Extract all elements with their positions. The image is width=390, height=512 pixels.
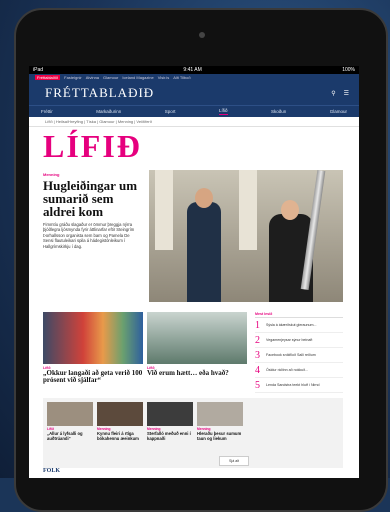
topnav-item[interactable]: Allt Tilboð <box>173 75 190 80</box>
topnav-item[interactable]: Fréttablaðið <box>35 75 61 80</box>
section-nav: Fréttir Markaðurinn Sport Lífið Skoðun G… <box>29 105 359 117</box>
topnav-item[interactable]: Glamour <box>103 75 118 80</box>
footer-section-heading: FOLK <box>43 468 61 474</box>
small-card[interactable]: Menning Sterfalló meðuð enni í kappnaði <box>147 402 193 441</box>
subnav-item[interactable]: Veiðiferð <box>136 119 152 124</box>
small-card-title[interactable]: Hleraðu þesur sumum taun og liekum <box>197 431 243 441</box>
small-card[interactable]: Menning Hleraðu þesur sumum taun og liek… <box>197 402 243 441</box>
topnav-item[interactable]: Atvinna <box>86 75 99 80</box>
small-card-title[interactable]: Sterfalló meðuð enni í kappnaði <box>147 431 193 441</box>
card-title[interactable]: „Okkur langaði að geta verið 100 prósent… <box>43 370 143 384</box>
subnav-item[interactable]: Menning <box>118 119 133 124</box>
small-card[interactable]: Lífið „Allur á lyfsalli og auðtrúandi“ <box>47 402 93 441</box>
most-read-item[interactable]: 3 Facebook sníkfiloð Salli reiðum <box>255 348 343 363</box>
section-item[interactable]: Sport <box>165 109 176 114</box>
topnav-item[interactable]: Iceland Magazine <box>122 75 153 80</box>
most-read-item[interactable]: 4 Ósldur ráðinn að nokkuð... <box>255 363 343 378</box>
small-cards-row: Lífið „Allur á lyfsalli og auðtrúandi“ M… <box>43 398 343 468</box>
masthead: FRÉTTABLAÐIÐ ⚲ ☰ <box>29 81 359 105</box>
top-nav: Fréttablaðið Fasteignir Atvinna Glamour … <box>29 74 359 81</box>
hero-photo[interactable] <box>149 170 343 302</box>
subnav-item[interactable]: Lífið <box>45 119 53 124</box>
more-button[interactable]: Sjá alt <box>219 456 249 466</box>
sub-nav: Lífið | Heilsa/Hreyfing | Tíska | Glamou… <box>29 117 359 127</box>
section-item[interactable]: Skoðun <box>271 109 286 114</box>
topnav-item[interactable]: Visir.is <box>158 75 169 80</box>
topnav-item[interactable]: Fasteignir <box>64 75 82 80</box>
clock: 9:41 AM <box>183 67 202 73</box>
battery: 100% <box>342 67 355 73</box>
search-icon[interactable]: ⚲ <box>331 90 335 97</box>
section-item[interactable]: Markaðurinn <box>96 109 121 114</box>
section-item[interactable]: Glamour <box>330 109 347 114</box>
status-bar: iPad 9:41 AM 100% <box>29 66 359 74</box>
device-label: iPad <box>33 67 44 73</box>
subnav-item[interactable]: Glamour <box>99 119 114 124</box>
hero-body: Fimmtíu gráðu slagaður er ömmur þreggja … <box>43 222 135 249</box>
most-read-item[interactable]: 5 Lenda Sandstra teekt hlutf í Nirnd <box>255 378 343 393</box>
section-title: LÍFIÐ <box>43 128 142 164</box>
small-card-image[interactable] <box>47 402 93 426</box>
card-image[interactable] <box>43 312 143 364</box>
most-read: Mest lesið 1 Sýsla á ákærðskut gleraunum.… <box>255 312 343 393</box>
site-logo[interactable]: FRÉTTABLAÐIÐ <box>45 85 154 101</box>
card-image[interactable] <box>147 312 247 364</box>
small-card-image[interactable] <box>97 402 143 426</box>
camera-icon <box>199 32 205 38</box>
hero-article[interactable]: Menning Hugleiðingar um sumarið sem aldr… <box>43 170 343 304</box>
section-item[interactable]: Fréttir <box>41 109 53 114</box>
menu-icon[interactable]: ☰ <box>344 90 349 97</box>
small-card[interactable]: Menning Kynnu fleiri á rtíga bókahennu æ… <box>97 402 143 441</box>
article-card[interactable]: Lífið Við erum hætt… eða hvað? <box>147 312 247 377</box>
subnav-item[interactable]: Heilsa/Hreyfing <box>56 119 83 124</box>
section-item-active[interactable]: Lífið <box>218 108 228 115</box>
small-card-image[interactable] <box>147 402 193 426</box>
small-card-title[interactable]: „Allur á lyfsalli og auðtrúandi“ <box>47 431 93 441</box>
article-card[interactable]: Lífið „Okkur langaði að geta verið 100 p… <box>43 312 143 384</box>
most-read-item[interactable]: 2 Vegamenjeysar sýnur beinaft <box>255 333 343 348</box>
card-title[interactable]: Við erum hætt… eða hvað? <box>147 370 247 377</box>
small-card-image[interactable] <box>197 402 243 426</box>
most-read-item[interactable]: 1 Sýsla á ákærðskut gleraunum... <box>255 318 343 333</box>
small-card-title[interactable]: Kynnu fleiri á rtíga bókahennu æeinkum <box>97 431 143 441</box>
hero-title[interactable]: Hugleiðingar um sumarið sem aldrei kom <box>43 179 141 218</box>
subnav-item[interactable]: Tíska <box>86 119 96 124</box>
